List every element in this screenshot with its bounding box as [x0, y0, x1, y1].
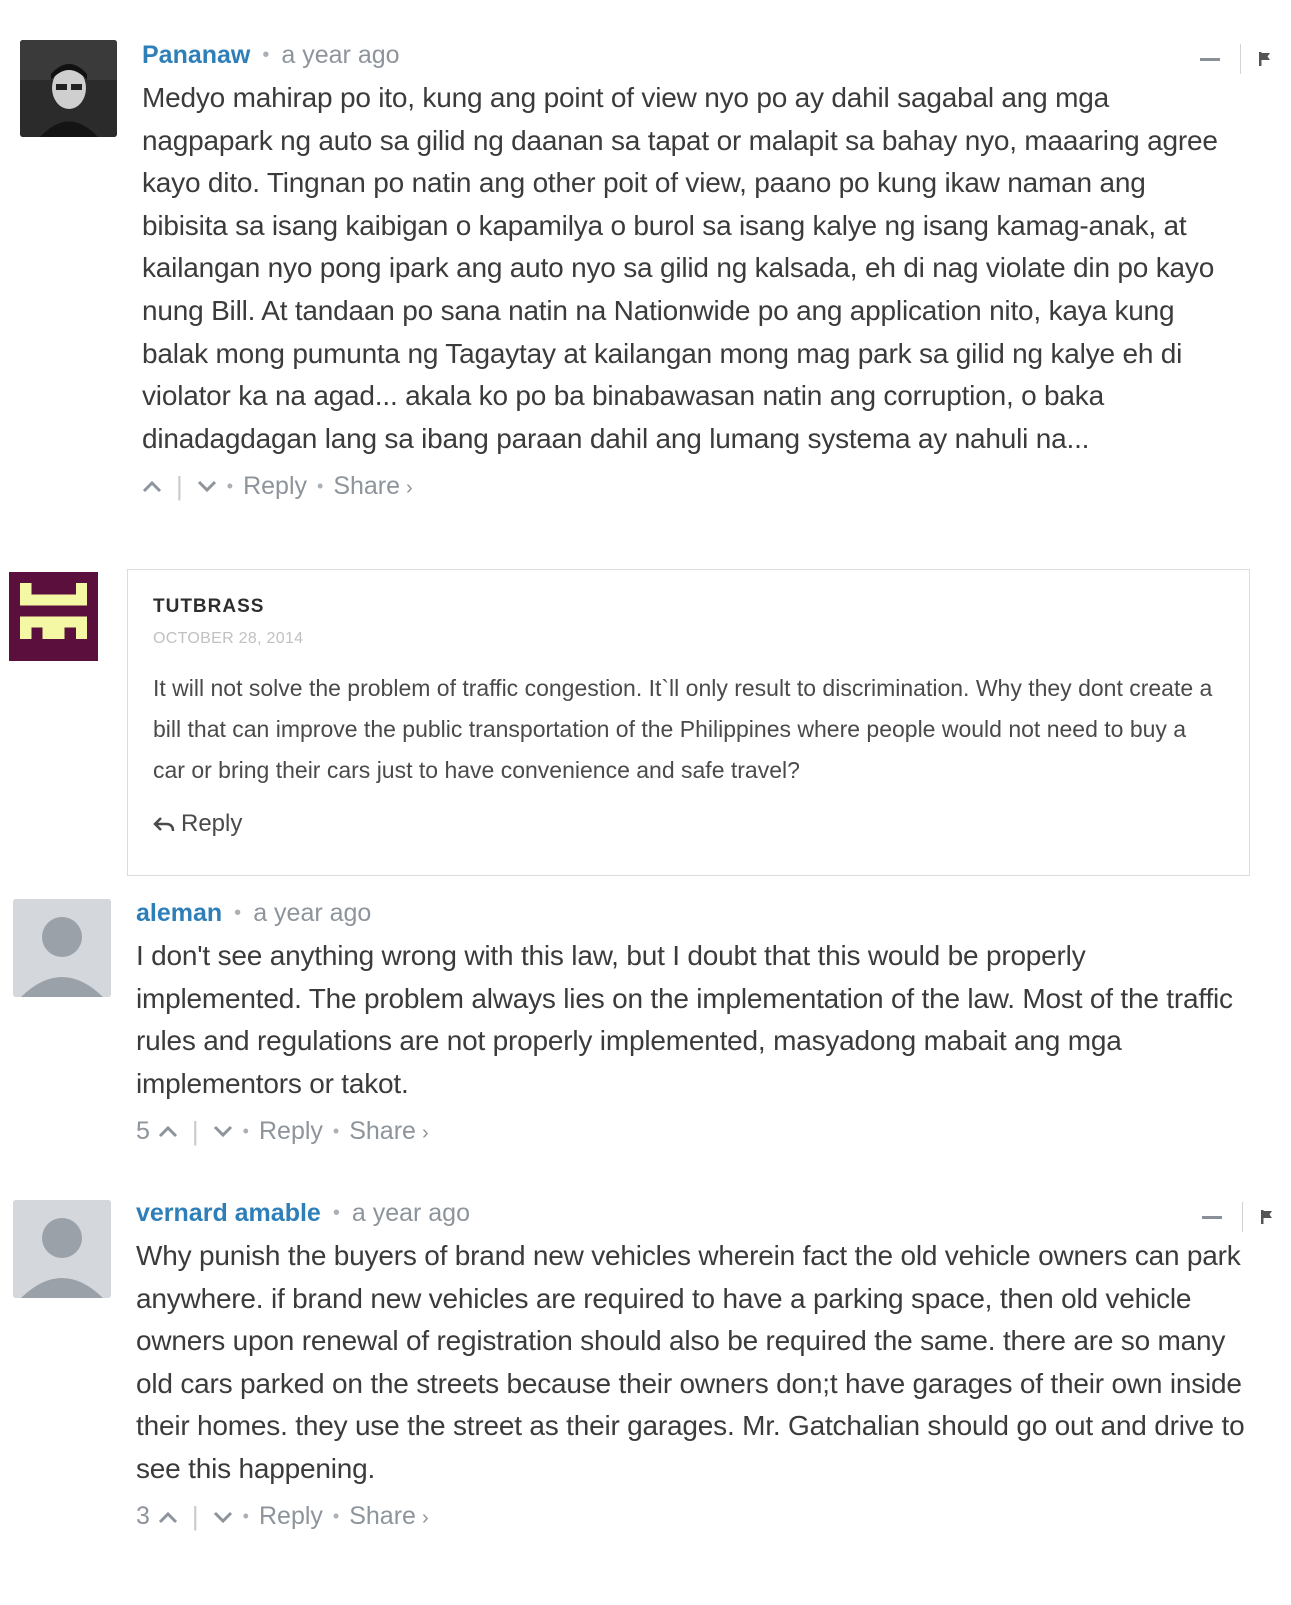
reply-button[interactable]: Reply [243, 472, 307, 501]
reply-button[interactable]: Reply [259, 1502, 323, 1531]
separator-dot: • [317, 475, 324, 496]
avatar[interactable] [20, 40, 117, 137]
share-label: Share [349, 1502, 416, 1531]
downvote-button[interactable] [213, 1510, 233, 1524]
avatar[interactable] [13, 899, 111, 997]
downvote-button[interactable] [213, 1124, 233, 1138]
vote-divider: | [176, 470, 183, 501]
share-button[interactable]: Share › [333, 472, 412, 501]
chevron-down-icon [197, 481, 216, 493]
separator-dot: • [262, 43, 270, 66]
minus-icon[interactable] [1200, 57, 1220, 61]
timestamp[interactable]: a year ago [281, 41, 399, 70]
separator-dot: • [242, 1506, 249, 1527]
share-label: Share [333, 471, 401, 500]
comment-controls [1202, 1202, 1275, 1232]
comment-header: aleman • a year ago [136, 896, 1241, 930]
vote-divider: | [191, 1501, 199, 1532]
avatar-pixel[interactable] [9, 572, 98, 661]
flag-icon[interactable] [1257, 50, 1273, 68]
comment-text: It will not solve the problem of traffic… [153, 675, 1213, 783]
minus-icon[interactable] [1202, 1215, 1222, 1219]
separator-dot: • [226, 475, 234, 496]
comment-footer: 3 | • Reply • Share › [136, 1497, 1241, 1537]
chevron-right-icon: › [406, 476, 413, 499]
reply-button[interactable]: Reply [259, 1117, 323, 1146]
comment-date[interactable]: OCTOBER 28, 2014 [153, 630, 303, 648]
comment-card-tutbrass: TUTBRASS OCTOBER 28, 2014 It will not so… [127, 569, 1250, 876]
divider [1240, 44, 1241, 74]
author-name[interactable]: Pananaw [142, 41, 250, 70]
share-button[interactable]: Share › [349, 1117, 428, 1146]
reply-button[interactable]: Reply [153, 810, 242, 838]
author-name[interactable]: TUTBRASS [153, 596, 264, 618]
author-name[interactable]: vernard amable [136, 1199, 321, 1228]
share-label: Share [349, 1116, 416, 1145]
comment-text: Medyo mahirap po ito, kung ang point of … [142, 82, 1218, 454]
divider [1242, 1202, 1243, 1232]
chevron-down-icon [213, 1126, 232, 1138]
flag-icon[interactable] [1259, 1208, 1275, 1226]
comment-footer: | • Reply • Share › [142, 466, 1241, 506]
share-button[interactable]: Share › [349, 1502, 428, 1531]
chevron-down-icon [213, 1511, 232, 1523]
comment-text: Why punish the buyers of brand new vehic… [136, 1240, 1245, 1484]
vote-divider: | [191, 1115, 199, 1146]
chevron-right-icon: › [421, 1121, 429, 1144]
reply-label: Reply [181, 810, 243, 837]
vote-count: 5 [136, 1116, 150, 1145]
separator-dot: • [332, 1201, 340, 1224]
timestamp[interactable]: a year ago [352, 1199, 470, 1228]
timestamp[interactable]: a year ago [253, 899, 371, 928]
comment-footer: 5 | • Reply • Share › [136, 1111, 1241, 1151]
author-name[interactable]: aleman [136, 899, 222, 928]
comment-controls [1200, 44, 1273, 74]
separator-dot: • [332, 1120, 340, 1141]
separator-dot: • [242, 1120, 249, 1141]
comment-header: vernard amable • a year ago [136, 1196, 1241, 1230]
chevron-up-icon [142, 481, 162, 493]
comment-text: I don't see anything wrong with this law… [136, 940, 1233, 1099]
separator-dot: • [332, 1506, 340, 1527]
chevron-up-icon [158, 1511, 177, 1523]
chevron-right-icon: › [421, 1507, 429, 1530]
downvote-button[interactable] [197, 479, 217, 493]
reply-arrow-icon [153, 817, 175, 832]
separator-dot: • [234, 901, 242, 924]
vote-count: 3 [136, 1502, 150, 1531]
chevron-up-icon [158, 1126, 177, 1138]
comment-header: Pananaw • a year ago [142, 38, 1241, 72]
avatar[interactable] [13, 1200, 111, 1298]
upvote-button[interactable] [158, 1510, 178, 1524]
upvote-button[interactable] [142, 479, 162, 493]
upvote-button[interactable] [158, 1124, 178, 1138]
